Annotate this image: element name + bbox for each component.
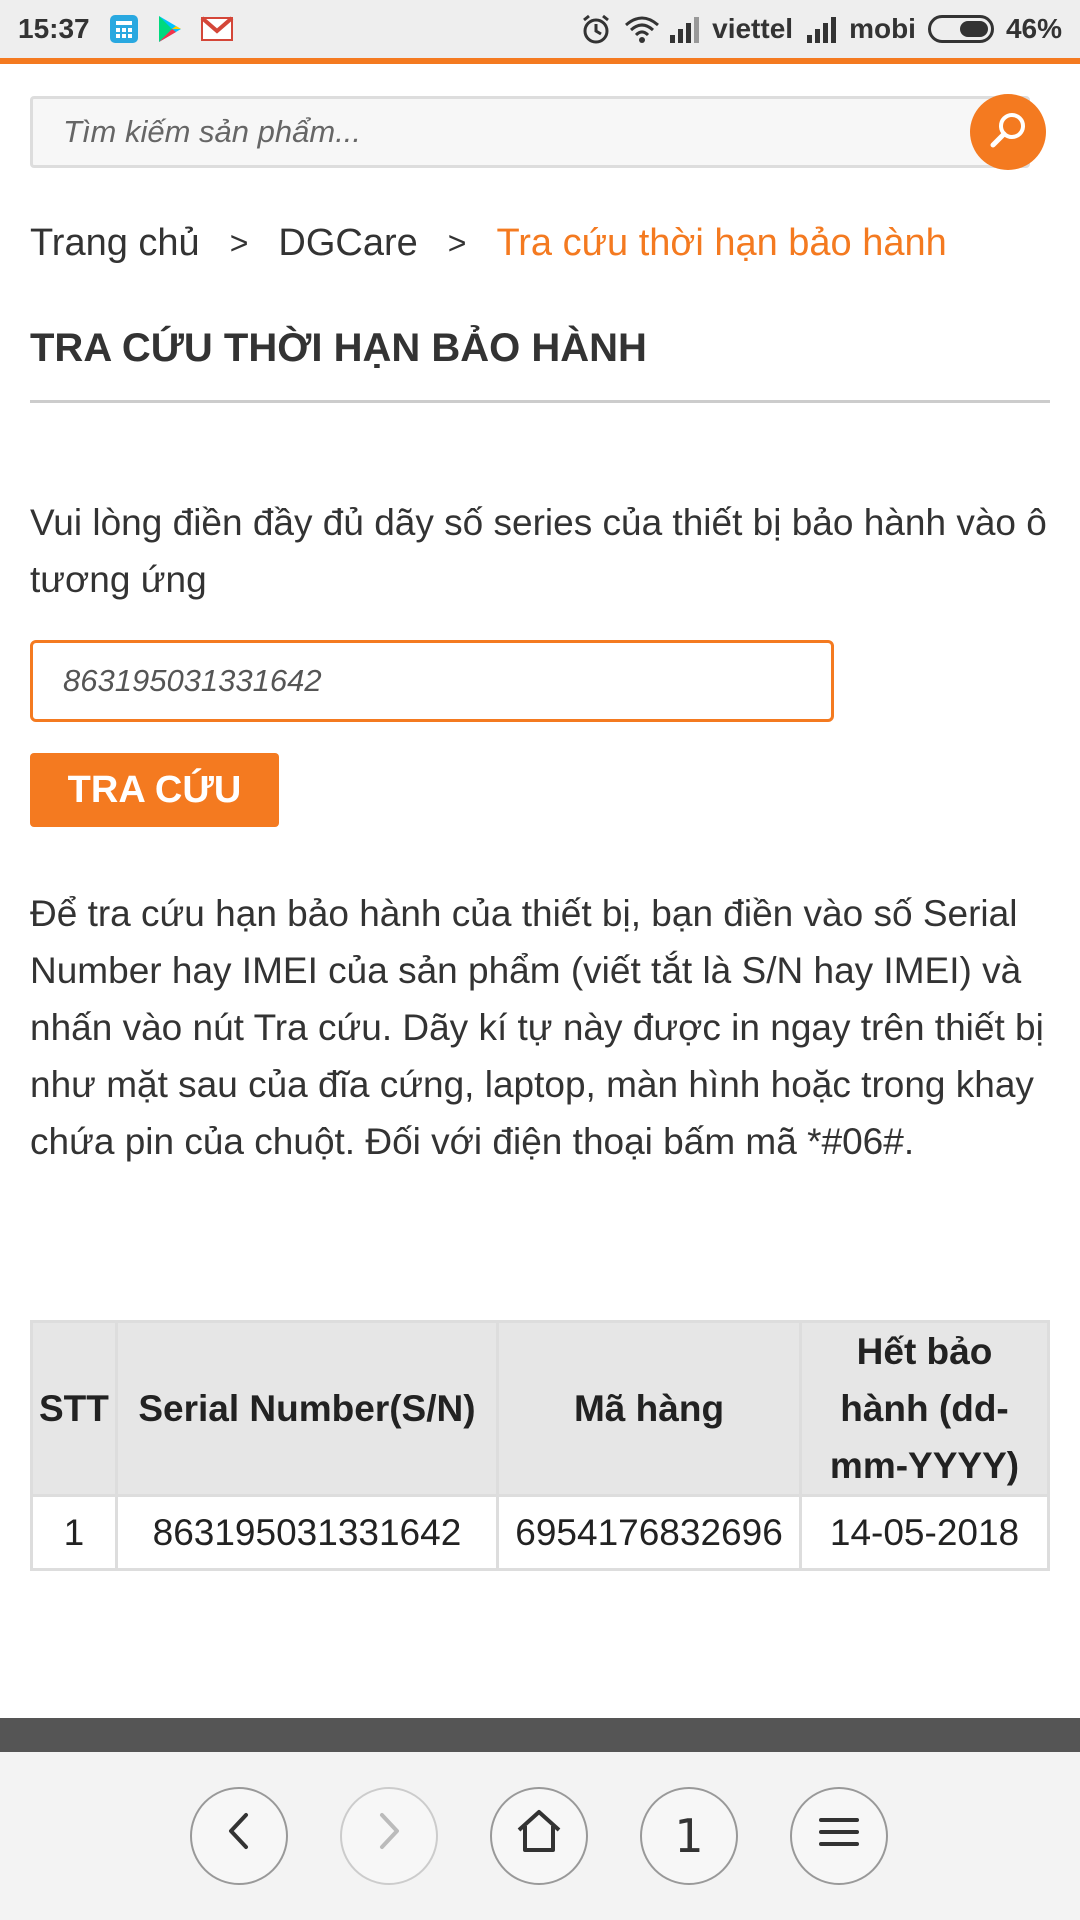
breadcrumb-separator: > <box>447 225 467 261</box>
header-product-code: Mã hàng <box>496 1320 803 1497</box>
breadcrumb-dgcare[interactable]: DGCare <box>278 222 417 265</box>
instruction-text: Vui lòng điền đầy đủ dãy số series của t… <box>30 502 1047 600</box>
battery-level: 46% <box>1005 13 1062 44</box>
breadcrumb-current: Tra cứu thời hạn bảo hành <box>496 222 947 264</box>
cell-stt: 1 <box>30 1494 118 1571</box>
menu-button[interactable] <box>790 1787 888 1885</box>
carrier-2: mobi <box>849 13 916 44</box>
search-input[interactable] <box>30 96 1030 168</box>
home-button[interactable] <box>490 1787 588 1885</box>
cell-product-code: 6954176832696 <box>496 1494 803 1571</box>
page-footer-bar <box>0 1718 1080 1752</box>
breadcrumb: Trang chủ > DGCare > Tra cứu thời hạn bả… <box>30 222 947 265</box>
signal-icon <box>805 13 837 45</box>
cell-serial-number: 863195031331642 <box>114 1494 500 1571</box>
header-accent-line <box>0 58 1080 64</box>
cell-warranty-expiry: 14-05-2018 <box>799 1494 1050 1571</box>
alarm-icon <box>580 13 612 45</box>
table-row: 1 863195031331642 6954176832696 14-05-20… <box>30 1494 1050 1571</box>
forward-icon <box>369 1809 409 1864</box>
breadcrumb-separator: > <box>229 225 249 261</box>
search-button[interactable] <box>970 94 1046 170</box>
home-icon <box>515 1808 563 1865</box>
header-warranty-expiry: Hết bảo hành (dd-mm-YYYY) <box>799 1320 1050 1497</box>
search-bar <box>30 94 1046 170</box>
play-store-icon <box>154 13 186 45</box>
status-bar: 15:37 viettel mobi 46% <box>0 0 1080 58</box>
breadcrumb-home[interactable]: Trang chủ <box>30 222 200 265</box>
tabs-button[interactable]: 1 <box>640 1787 738 1885</box>
wifi-icon <box>624 13 660 45</box>
back-button[interactable] <box>190 1787 288 1885</box>
clock: 15:37 <box>18 13 90 44</box>
battery-icon <box>927 15 994 43</box>
tab-count: 1 <box>674 1809 704 1863</box>
title-divider <box>30 400 1050 403</box>
table-header-row: STT Serial Number(S/N) Mã hàng Hết bảo h… <box>30 1320 1050 1497</box>
back-icon <box>219 1809 259 1864</box>
header-stt: STT <box>30 1320 118 1497</box>
forward-button[interactable] <box>340 1787 438 1885</box>
header-serial-number: Serial Number(S/N) <box>114 1320 500 1497</box>
lookup-button[interactable]: TRA CỨU <box>30 753 279 827</box>
search-icon <box>986 109 1030 156</box>
warranty-result-table: STT Serial Number(S/N) Mã hàng Hết bảo h… <box>30 1320 1050 1571</box>
help-text: Để tra cứu hạn bảo hành của thiết bị, bạ… <box>30 893 1044 1162</box>
carrier-1: viettel <box>712 13 794 44</box>
gmail-icon <box>200 13 233 45</box>
serial-number-input[interactable] <box>30 640 834 722</box>
calculator-icon <box>108 13 140 45</box>
page-title: TRA CỨU THỜI HẠN BẢO HÀNH <box>30 326 647 370</box>
signal-icon <box>668 13 700 45</box>
menu-icon <box>817 1809 861 1863</box>
browser-bottom-nav: 1 <box>0 1752 1080 1920</box>
